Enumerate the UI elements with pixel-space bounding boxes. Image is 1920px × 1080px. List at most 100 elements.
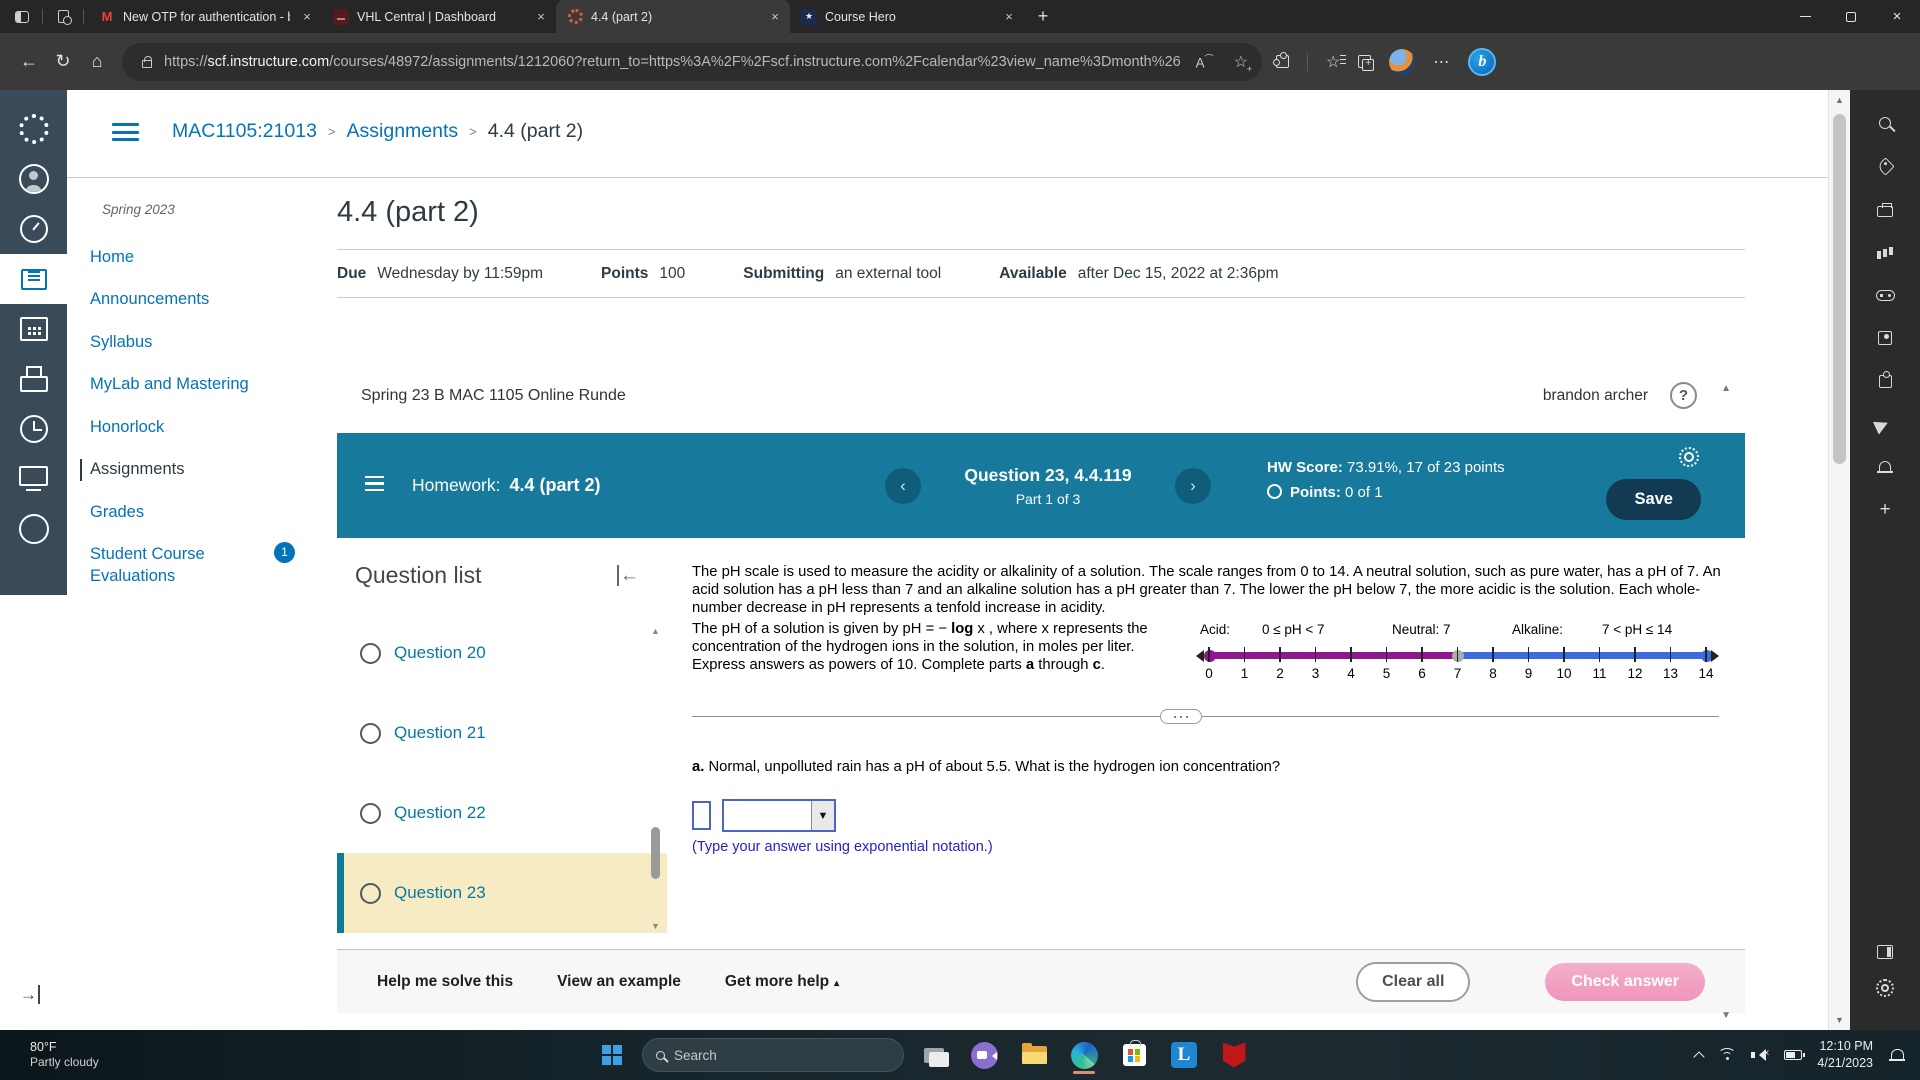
wifi-icon[interactable] <box>1718 1048 1737 1062</box>
global-nav-item[interactable] <box>0 304 67 354</box>
prev-question-icon[interactable]: ‹ <box>885 467 921 504</box>
course-nav-item[interactable]: Honorlock <box>90 417 250 438</box>
course-nav-item[interactable]: MyLab and Mastering <box>90 374 250 395</box>
close-tab-icon[interactable]: × <box>298 9 316 24</box>
extensions-icon[interactable] <box>1273 52 1289 68</box>
photos[interactable] <box>1867 323 1903 353</box>
question-radio[interactable] <box>360 882 381 904</box>
footer-help-link[interactable]: Get more help ▴ <box>725 973 839 991</box>
global-nav-item[interactable] <box>0 404 67 454</box>
file-explorer[interactable] <box>1014 1035 1054 1075</box>
course-menu-icon[interactable] <box>112 123 139 146</box>
menu-icon[interactable] <box>365 475 384 496</box>
scroll-up-icon[interactable]: ▲ <box>1829 95 1850 105</box>
chat[interactable] <box>964 1035 1004 1075</box>
question-list-item[interactable]: Question 20 <box>337 613 667 693</box>
global-nav-item[interactable] <box>0 204 67 254</box>
scrollbar-thumb[interactable] <box>651 827 660 880</box>
course-nav-item[interactable]: Syllabus <box>90 332 250 353</box>
settings-gear-icon[interactable] <box>1679 447 1699 467</box>
store[interactable] <box>1114 1035 1154 1075</box>
scroll-down-icon[interactable]: ▼ <box>651 921 660 931</box>
search[interactable] <box>1867 108 1903 138</box>
scrollbar-thumb[interactable] <box>1833 114 1846 464</box>
home-icon[interactable]: ⌂ <box>80 46 114 78</box>
course-nav-item[interactable]: Grades <box>90 502 250 523</box>
close-tab-icon[interactable]: × <box>1000 9 1018 24</box>
tab-actions-icon[interactable] <box>10 5 34 29</box>
volume-muted-icon[interactable]: × <box>1751 1048 1769 1061</box>
weather-widget[interactable]: 80°F Partly cloudy <box>30 1039 99 1071</box>
answer-input-box[interactable] <box>692 801 711 831</box>
page-tab-icon[interactable] <box>51 5 75 29</box>
course-nav-item[interactable]: Assignments <box>80 459 240 481</box>
read-aloud-icon[interactable]: A⌒ <box>1196 52 1214 71</box>
battery-icon[interactable] <box>1784 1050 1806 1060</box>
back-icon[interactable]: ← <box>12 46 46 78</box>
global-nav-item[interactable] <box>0 254 67 304</box>
sidebar-panel-icon[interactable] <box>1867 937 1903 967</box>
start-button[interactable] <box>592 1035 632 1075</box>
drop[interactable] <box>1867 409 1903 439</box>
apps[interactable] <box>1867 366 1903 396</box>
tray-clock[interactable]: 12:10 PM 4/21/2023 <box>1817 1038 1873 1072</box>
help-icon[interactable]: ? <box>1670 382 1697 409</box>
edge[interactable] <box>1064 1035 1104 1075</box>
frame-scroll-up-icon[interactable]: ▲ <box>1721 383 1731 394</box>
games[interactable] <box>1867 280 1903 310</box>
global-nav-item[interactable] <box>0 504 67 554</box>
question-list-item[interactable]: Question 21 <box>337 693 667 773</box>
question-radio[interactable] <box>360 722 381 744</box>
scroll-up-icon[interactable]: ▲ <box>651 626 660 636</box>
hidden-icons-chevron[interactable] <box>1693 1050 1706 1063</box>
footer-help-link[interactable]: View an example <box>557 973 681 991</box>
minimize-button[interactable] <box>1782 0 1828 33</box>
scroll-down-icon[interactable]: ▼ <box>1829 1015 1850 1025</box>
expand-nav-icon[interactable]: → <box>20 985 40 1005</box>
save-button[interactable]: Save <box>1606 479 1701 520</box>
frame-scroll-down-icon[interactable]: ▼ <box>1721 1010 1731 1021</box>
check-answer-button[interactable]: Check answer <box>1545 962 1705 1001</box>
global-nav-item[interactable] <box>0 354 67 404</box>
global-nav-item[interactable] <box>0 104 67 154</box>
course-nav-item[interactable]: Student Course Evaluations 1 <box>90 542 295 587</box>
browser-tab[interactable]: 4.4 (part 2) × <box>556 0 790 33</box>
collections-icon[interactable] <box>1358 55 1375 71</box>
close-tab-icon[interactable]: × <box>766 9 784 24</box>
notifications[interactable] <box>1867 452 1903 482</box>
browser-tab[interactable]: New OTP for authentication - bra × <box>88 0 322 33</box>
dropdown-button[interactable]: ▼ <box>811 801 834 831</box>
question-list-item[interactable]: Question 23 <box>337 853 667 933</box>
close-window-button[interactable]: × <box>1874 0 1920 33</box>
bing-copilot-icon[interactable]: b <box>1468 47 1497 76</box>
browser-tab[interactable]: VHL Central | Dashboard × <box>322 0 556 33</box>
address-bar[interactable]: https://scf.instructure.com/courses/4897… <box>122 42 1262 81</box>
collapse-panel-icon[interactable]: ← <box>617 564 639 587</box>
course-nav-item[interactable]: Home <box>90 247 250 268</box>
taskbar-search[interactable]: Search <box>642 1038 904 1072</box>
lockdown-browser[interactable]: L <box>1164 1035 1204 1075</box>
global-nav-item[interactable] <box>0 154 67 204</box>
tools[interactable] <box>1867 194 1903 224</box>
clear-all-button[interactable]: Clear all <box>1356 961 1471 1002</box>
expand-divider-handle[interactable] <box>1160 709 1202 725</box>
new-tab-button[interactable]: + <box>1028 2 1058 32</box>
add[interactable] <box>1867 495 1903 525</box>
question-radio[interactable] <box>360 642 381 664</box>
mcafee[interactable] <box>1214 1035 1254 1075</box>
breadcrumb-item[interactable]: Assignments <box>347 120 459 143</box>
add-favorite-icon[interactable]: ☆ <box>1234 52 1254 74</box>
breadcrumb-item[interactable]: 4.4 (part 2) <box>488 120 583 143</box>
profile-avatar[interactable] <box>1389 48 1416 75</box>
breadcrumb-item[interactable]: MAC1105:21013 <box>172 120 317 143</box>
global-nav-item[interactable] <box>0 454 67 504</box>
favorites-icon[interactable]: ☆ <box>1326 52 1347 72</box>
answer-dropdown[interactable]: ▼ <box>722 799 836 833</box>
shopping[interactable] <box>1867 151 1903 181</box>
sidebar-settings-icon[interactable] <box>1867 973 1903 1003</box>
browser-tab[interactable]: Course Hero × <box>790 0 1024 33</box>
designer[interactable] <box>1867 237 1903 267</box>
more-menu-icon[interactable]: ⋯ <box>1433 52 1450 72</box>
course-nav-item[interactable]: Announcements <box>90 289 250 310</box>
task-view[interactable] <box>914 1035 954 1075</box>
